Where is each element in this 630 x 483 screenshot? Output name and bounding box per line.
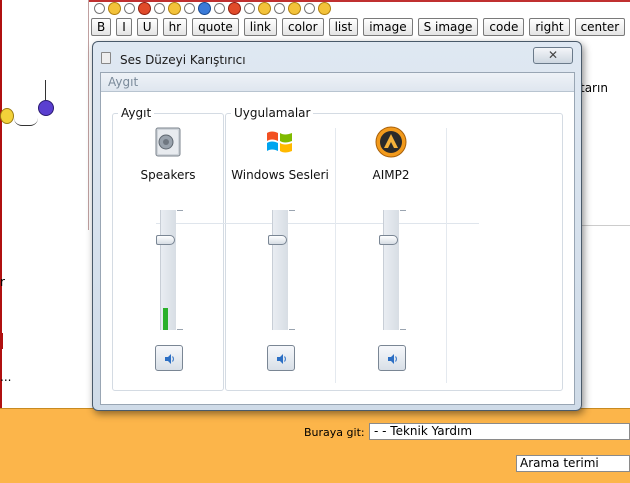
- channel-name: AIMP2: [372, 168, 410, 182]
- smiley-row: [94, 1, 331, 15]
- mute-button[interactable]: [155, 345, 183, 371]
- list-button[interactable]: list: [328, 18, 359, 36]
- slider-tick: [400, 329, 406, 330]
- color-button[interactable]: color: [282, 18, 324, 36]
- slider-tick: [289, 329, 295, 330]
- device-header: Aygıt: [101, 73, 574, 92]
- peak-meter: [163, 308, 168, 330]
- smiley-radio[interactable]: [124, 2, 135, 14]
- aimp-icon: [375, 126, 407, 158]
- bomb-fuse-icon: [45, 80, 46, 100]
- pacman-emoticon-icon: [0, 108, 14, 124]
- speaker-volume-icon: [277, 354, 286, 364]
- goto-forum-select[interactable]: - - Teknik Yardım: [369, 423, 630, 440]
- code-button[interactable]: code: [483, 18, 525, 36]
- smiley-icon[interactable]: [318, 1, 331, 15]
- channel-divider: [446, 128, 447, 383]
- hr-button[interactable]: hr: [162, 18, 188, 36]
- smiley-icon[interactable]: [138, 1, 151, 15]
- smiley-radio[interactable]: [154, 2, 165, 14]
- channel-windows-sounds: Windows Sesleri: [225, 113, 335, 391]
- goto-label: Buraya git:: [304, 426, 365, 439]
- volume-slider-thumb[interactable]: [268, 235, 287, 245]
- smiley-icon[interactable]: [198, 1, 211, 15]
- image-button[interactable]: image: [363, 18, 413, 36]
- speaker-volume-icon: [388, 354, 397, 364]
- volume-slider-thumb[interactable]: [156, 235, 175, 245]
- slider-tick: [177, 210, 183, 211]
- left-column-text: r: [0, 275, 5, 289]
- mixer-client-area: Aygıt Aygıt Uygulamalar Speakers Windows…: [100, 72, 575, 405]
- channel-speakers: Speakers: [113, 113, 223, 391]
- editor-left-border: [88, 0, 89, 230]
- bbcode-toolbar: B I U hr quote link color list image S i…: [91, 18, 626, 36]
- bomb-emoticon-icon: [38, 100, 54, 116]
- speaker-volume-icon: [165, 354, 174, 364]
- volume-slider-thumb[interactable]: [379, 235, 398, 245]
- worm-emoticon-icon: [14, 118, 38, 126]
- mute-button[interactable]: [267, 345, 295, 371]
- center-button[interactable]: center: [574, 18, 626, 36]
- smiley-radio[interactable]: [304, 2, 315, 14]
- editor-text: tarın: [580, 81, 608, 95]
- smiley-icon[interactable]: [108, 1, 121, 15]
- smiley-icon[interactable]: [168, 1, 181, 15]
- message-editor[interactable]: [575, 74, 630, 226]
- smiley-radio[interactable]: [184, 2, 195, 14]
- smiley-radio[interactable]: [244, 2, 255, 14]
- channel-aimp2: AIMP2: [336, 113, 446, 391]
- smiley-radio[interactable]: [214, 2, 225, 14]
- volume-mixer-window: Ses Düzeyi Karıştırıcı ✕ Aygıt Aygıt Uyg…: [92, 41, 582, 411]
- left-column-ellipsis: ...: [0, 370, 12, 384]
- s-image-button[interactable]: S image: [417, 18, 479, 36]
- slider-tick: [289, 210, 295, 211]
- title-bar[interactable]: Ses Düzeyi Karıştırıcı ✕: [93, 42, 581, 72]
- channel-name: Speakers: [140, 168, 196, 182]
- bold-button[interactable]: B: [91, 18, 112, 36]
- italic-button[interactable]: I: [116, 18, 132, 36]
- channel-name: Windows Sesleri: [231, 168, 329, 182]
- smiley-radio[interactable]: [274, 2, 285, 14]
- smiley-icon[interactable]: [258, 1, 271, 15]
- mute-button[interactable]: [378, 345, 406, 371]
- window-app-icon: [101, 52, 111, 64]
- quote-button[interactable]: quote: [192, 18, 239, 36]
- volume-slider-track[interactable]: [272, 210, 288, 330]
- left-red-mark: [0, 333, 3, 349]
- windows-logo-icon: [267, 131, 292, 153]
- volume-slider-track[interactable]: [160, 210, 176, 330]
- smiley-radio[interactable]: [94, 2, 105, 14]
- right-button[interactable]: right: [529, 18, 570, 36]
- search-input[interactable]: Arama terimi: [516, 455, 630, 472]
- smiley-icon[interactable]: [228, 1, 241, 15]
- speaker-device-icon: [155, 127, 181, 157]
- volume-slider-track[interactable]: [383, 210, 399, 330]
- window-title: Ses Düzeyi Karıştırıcı: [120, 53, 246, 67]
- link-button[interactable]: link: [243, 18, 278, 36]
- slider-tick: [177, 329, 183, 330]
- smiley-icon[interactable]: [288, 1, 301, 15]
- close-button[interactable]: ✕: [533, 47, 573, 64]
- slider-tick: [400, 210, 406, 211]
- underline-button[interactable]: U: [136, 18, 158, 36]
